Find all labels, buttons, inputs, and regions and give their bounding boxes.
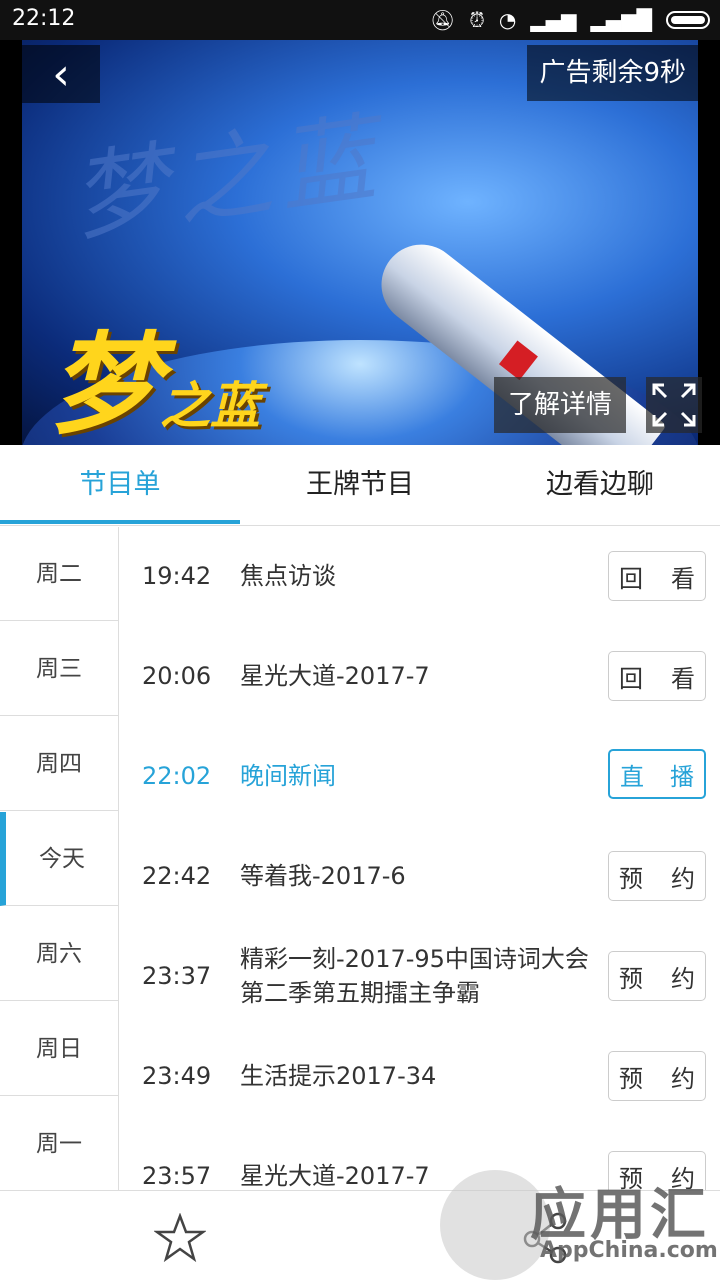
reserve-button[interactable]: 预约	[608, 951, 706, 1001]
program-title: 晚间新闻	[240, 762, 336, 790]
day-item[interactable]: 周一	[0, 1097, 118, 1191]
status-icons: 🔕︎ ⏰︎ ◔ ▂▄▆ ▂▄▆█	[430, 8, 710, 32]
signal-icon-2: ▂▄▆█	[590, 8, 652, 32]
day-item-today[interactable]: 今天	[0, 812, 118, 906]
ad-countdown: 广告剩余9秒	[527, 45, 698, 101]
btn-char: 预	[619, 1064, 643, 1093]
star-favorite-icon[interactable]	[154, 1213, 206, 1263]
tab-bar: 节目单 王牌节目 边看边聊	[0, 445, 720, 526]
program-row[interactable]: 23:37 精彩一刻-2017-95中国诗词大会第二季第五期擂主争霸 预约	[120, 927, 720, 1027]
btn-char: 预	[619, 864, 643, 893]
program-time: 19:42	[142, 562, 212, 590]
program-title: 等着我-2017-6	[240, 862, 406, 890]
appchina-watermark: 应用汇 AppChina.com	[420, 1150, 720, 1280]
program-row[interactable]: 23:49 生活提示2017-34 预约	[120, 1027, 720, 1127]
program-row-live[interactable]: 22:02 晚间新闻 直播	[120, 727, 720, 827]
btn-char: 预	[619, 964, 643, 993]
ad-logo-rest: 之蓝	[160, 376, 260, 435]
back-button[interactable]: ‹	[22, 45, 100, 103]
day-item[interactable]: 周四	[0, 717, 118, 811]
btn-char: 约	[671, 864, 695, 893]
program-title: 精彩一刻-2017-95中国诗词大会第二季第五期擂主争霸	[240, 945, 589, 1007]
btn-char: 看	[671, 564, 695, 593]
program-row[interactable]: 19:42 焦点访谈 回看	[120, 527, 720, 627]
day-item[interactable]: 周三	[0, 622, 118, 716]
program-time: 22:02	[142, 762, 212, 790]
fullscreen-button[interactable]	[646, 377, 702, 433]
status-bar: 22:12 🔕︎ ⏰︎ ◔ ▂▄▆ ▂▄▆█	[0, 0, 720, 40]
reserve-button[interactable]: 预约	[608, 851, 706, 901]
live-button[interactable]: 直播	[608, 749, 706, 799]
btn-char: 回	[619, 664, 643, 693]
alarm-icon: ⏰︎	[469, 8, 485, 32]
program-row[interactable]: 22:42 等着我-2017-6 预约	[120, 827, 720, 927]
program-time: 23:57	[142, 1162, 212, 1190]
replay-button[interactable]: 回看	[608, 651, 706, 701]
tab-featured[interactable]: 王牌节目	[240, 445, 480, 525]
day-item[interactable]: 周日	[0, 1002, 118, 1096]
day-list: 周二 周三 周四 今天 周六 周日 周一	[0, 527, 119, 1191]
program-time: 23:49	[142, 1062, 212, 1090]
program-row[interactable]: 20:06 星光大道-2017-7 回看	[120, 627, 720, 727]
chevron-left-icon: ‹	[52, 48, 70, 100]
signal-icon: ▂▄▆	[530, 8, 577, 32]
replay-button[interactable]: 回看	[608, 551, 706, 601]
day-item[interactable]: 周二	[0, 527, 118, 621]
ad-watermark-text: 梦之蓝	[64, 100, 390, 256]
tab-active-indicator	[0, 520, 240, 524]
btn-char: 看	[671, 664, 695, 693]
ad-logo: 梦之蓝	[50, 295, 260, 445]
status-time: 22:12	[12, 6, 76, 31]
btn-char: 直	[620, 762, 644, 791]
tab-chat[interactable]: 边看边聊	[480, 445, 720, 525]
program-title: 星光大道-2017-7	[240, 662, 430, 690]
reserve-button[interactable]: 预约	[608, 1051, 706, 1101]
btn-char: 回	[619, 564, 643, 593]
mute-icon: 🔕︎	[429, 8, 456, 32]
fullscreen-icon	[652, 383, 696, 427]
program-time: 22:42	[142, 862, 212, 890]
btn-char: 约	[671, 1064, 695, 1093]
btn-char: 播	[670, 762, 694, 791]
battery-icon	[666, 11, 710, 29]
learn-more-button[interactable]: 了解详情	[494, 377, 626, 433]
watermark-brand-en: AppChina.com	[540, 1238, 718, 1263]
btn-char: 约	[671, 964, 695, 993]
tab-schedule[interactable]: 节目单	[0, 445, 240, 525]
program-title: 生活提示2017-34	[240, 1062, 437, 1090]
wifi-icon: ◔	[498, 8, 517, 32]
program-title: 焦点访谈	[240, 562, 336, 590]
program-time: 23:37	[142, 962, 212, 990]
ad-logo-big: 梦	[50, 320, 160, 445]
program-time: 20:06	[142, 662, 212, 690]
day-item[interactable]: 周六	[0, 907, 118, 1001]
